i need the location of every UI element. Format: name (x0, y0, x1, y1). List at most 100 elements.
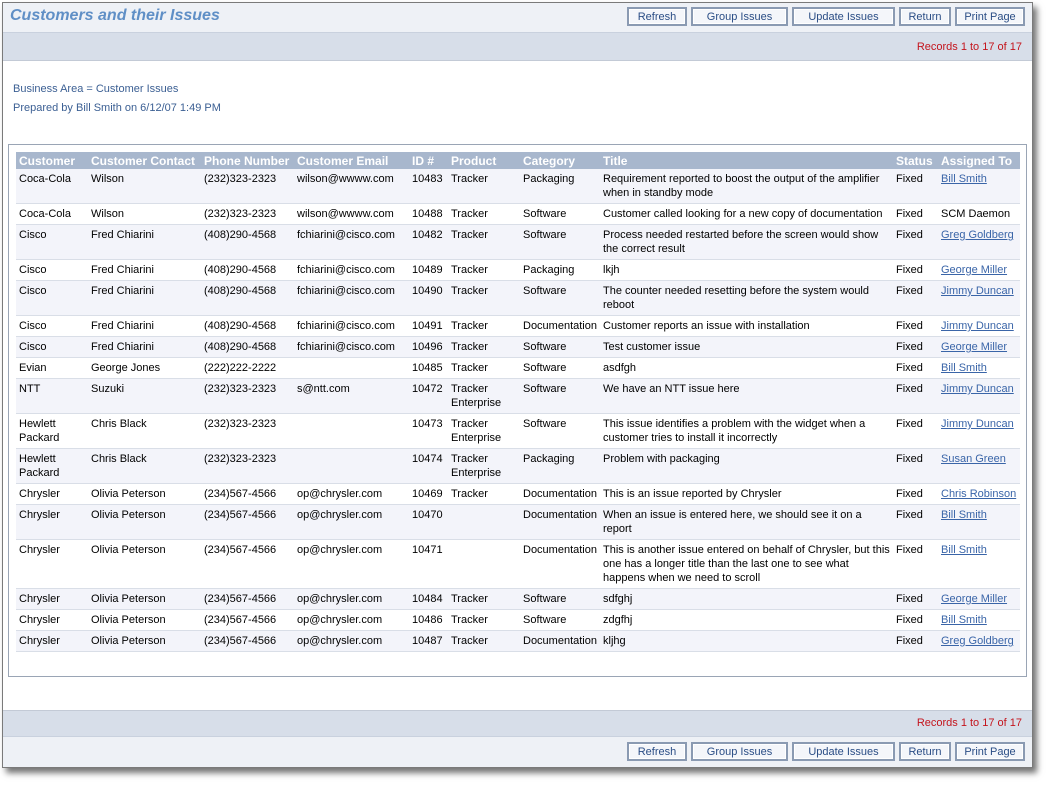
group-issues-button[interactable]: Group Issues (691, 7, 788, 26)
assignee-link[interactable]: Bill Smith (941, 362, 987, 374)
print-page-button[interactable]: Print Page (955, 7, 1025, 26)
table-row: Chrysler Olivia Peterson (234)567-4566 op@c… (16, 609, 1020, 631)
return-button[interactable]: Return (899, 7, 951, 26)
cell-assigned-to: George Miller (938, 336, 1020, 358)
update-issues-button-bottom[interactable]: Update Issues (792, 742, 895, 761)
refresh-button[interactable]: Refresh (627, 7, 687, 26)
cell-customer: Cisco (16, 280, 88, 316)
update-issues-button[interactable]: Update Issues (792, 7, 895, 26)
assignee-link[interactable]: George Miller (941, 341, 1007, 353)
assignee-link[interactable]: Greg Goldberg (941, 229, 1014, 241)
cell-title: Test customer issue (600, 336, 893, 358)
cell-product: Tracker (448, 483, 520, 505)
cell-product (448, 539, 520, 589)
cell-customer-email: op@chrysler.com (294, 504, 409, 540)
cell-product: Tracker (448, 609, 520, 631)
cell-assigned-to: Bill Smith (938, 539, 1020, 589)
group-issues-button-bottom[interactable]: Group Issues (691, 742, 788, 761)
cell-customer: Chrysler (16, 630, 88, 652)
cell-customer-contact: Olivia Peterson (88, 504, 201, 540)
cell-category: Software (520, 609, 600, 631)
column-header-category: Category (520, 152, 600, 169)
assignee-link[interactable]: Bill Smith (941, 509, 987, 521)
cell-title: lkjh (600, 259, 893, 281)
assignee-link[interactable]: Chris Robinson (941, 488, 1016, 500)
refresh-button-bottom[interactable]: Refresh (627, 742, 687, 761)
cell-customer: NTT (16, 378, 88, 414)
cell-customer-email: op@chrysler.com (294, 609, 409, 631)
cell-status: Fixed (893, 483, 938, 505)
assignee-link[interactable]: Susan Green (941, 453, 1006, 465)
cell-phone-number: (408)290-4568 (201, 336, 294, 358)
cell-phone-number: (234)567-4566 (201, 504, 294, 540)
cell-title: We have an NTT issue here (600, 378, 893, 414)
assignee-link[interactable]: Jimmy Duncan (941, 383, 1014, 395)
assignee-link[interactable]: Greg Goldberg (941, 635, 1014, 647)
cell-customer-email: op@chrysler.com (294, 483, 409, 505)
cell-product: Tracker (448, 169, 520, 204)
table-header-row: Customer Customer Contact Phone Number Cust… (16, 152, 1020, 169)
cell-customer: Coca-Cola (16, 203, 88, 225)
cell-status: Fixed (893, 588, 938, 610)
cell-assigned-to: George Miller (938, 259, 1020, 281)
cell-phone-number: (408)290-4568 (201, 280, 294, 316)
cell-customer-email (294, 357, 409, 379)
cell-customer-contact: Chris Black (88, 413, 201, 449)
cell-phone-number: (232)323-2323 (201, 413, 294, 449)
cell-title: When an issue is entered here, we should… (600, 504, 893, 540)
column-header-id: ID # (409, 152, 448, 169)
assignee-link[interactable]: Jimmy Duncan (941, 285, 1014, 297)
cell-customer-email: wilson@wwww.com (294, 169, 409, 204)
cell-category: Packaging (520, 448, 600, 484)
cell-product: Tracker (448, 588, 520, 610)
cell-category: Documentation (520, 504, 600, 540)
cell-assigned-to: Jimmy Duncan (938, 280, 1020, 316)
column-header-product: Product (448, 152, 520, 169)
table-row: Cisco Fred Chiarini (408)290-4568 fchiarini… (16, 336, 1020, 358)
cell-phone-number: (408)290-4568 (201, 224, 294, 260)
table-row: Evian George Jones (222)222-2222 10485 Track… (16, 357, 1020, 379)
table-row: Cisco Fred Chiarini (408)290-4568 fchiarini… (16, 280, 1020, 316)
cell-customer-contact: Olivia Peterson (88, 630, 201, 652)
cell-assigned-to: Jimmy Duncan (938, 315, 1020, 337)
cell-id: 10482 (409, 224, 448, 260)
cell-customer: Evian (16, 357, 88, 379)
print-page-button-bottom[interactable]: Print Page (955, 742, 1025, 761)
cell-id: 10487 (409, 630, 448, 652)
table-row: Cisco Fred Chiarini (408)290-4568 fchiarini… (16, 315, 1020, 337)
cell-product: Tracker (448, 280, 520, 316)
cell-product: Tracker Enterprise (448, 378, 520, 414)
bottom-toolbar: Refresh Group Issues Update Issues Retur… (3, 736, 1032, 767)
records-bar-bottom: Records 1 to 17 of 17 (3, 710, 1032, 736)
cell-product: Tracker (448, 357, 520, 379)
cell-title: This is another issue entered on behalf … (600, 539, 893, 589)
cell-id: 10484 (409, 588, 448, 610)
cell-assigned-to: Bill Smith (938, 609, 1020, 631)
records-bar-top: Records 1 to 17 of 17 (3, 33, 1032, 61)
assignee-link[interactable]: Jimmy Duncan (941, 320, 1014, 332)
cell-customer-email: s@ntt.com (294, 378, 409, 414)
page-title: Customers and their Issues (10, 7, 220, 24)
return-button-bottom[interactable]: Return (899, 742, 951, 761)
cell-id: 10472 (409, 378, 448, 414)
cell-assigned-to: Bill Smith (938, 169, 1020, 204)
cell-customer-contact: Olivia Peterson (88, 588, 201, 610)
cell-category: Documentation (520, 315, 600, 337)
assignee-link[interactable]: Bill Smith (941, 614, 987, 626)
assignee-link[interactable]: Bill Smith (941, 173, 987, 185)
cell-title: kljhg (600, 630, 893, 652)
assignee-link[interactable]: George Miller (941, 264, 1007, 276)
table-row: Chrysler Olivia Peterson (234)567-4566 op@c… (16, 483, 1020, 505)
cell-customer: Cisco (16, 336, 88, 358)
cell-status: Fixed (893, 169, 938, 204)
records-count: Records 1 to 17 of 17 (916, 41, 1022, 53)
cell-assigned-to: Jimmy Duncan (938, 413, 1020, 449)
assignee-link[interactable]: Jimmy Duncan (941, 418, 1014, 430)
cell-title: Customer called looking for a new copy o… (600, 203, 893, 225)
assignee-link[interactable]: Bill Smith (941, 544, 987, 556)
cell-category: Software (520, 378, 600, 414)
cell-title: asdfgh (600, 357, 893, 379)
assignee-link[interactable]: George Miller (941, 593, 1007, 605)
cell-customer-email: op@chrysler.com (294, 630, 409, 652)
cell-customer-contact: Fred Chiarini (88, 259, 201, 281)
